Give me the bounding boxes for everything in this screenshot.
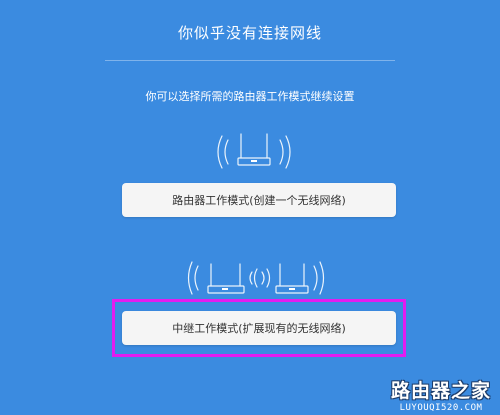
router-mode-label: 路由器工作模式(创建一个无线网络) xyxy=(172,194,346,207)
router-mode-button[interactable]: 路由器工作模式(创建一个无线网络) xyxy=(122,183,396,217)
repeater-pair-icon xyxy=(187,261,325,295)
page-subtitle: 你可以选择所需的路由器工作模式继续设置 xyxy=(145,90,355,103)
router-wifi-icon xyxy=(217,133,291,169)
repeater-mode-label: 中继工作模式(扩展现有的无线网络) xyxy=(172,322,346,335)
watermark-name: 路由器之家 xyxy=(390,380,491,402)
watermark-url: LUYOUQI520.COM xyxy=(399,403,483,413)
title-divider xyxy=(105,60,395,61)
page-title: 你似乎没有连接网线 xyxy=(177,24,322,42)
repeater-mode-button[interactable]: 中继工作模式(扩展现有的无线网络) xyxy=(122,311,396,345)
watermark: 路由器之家 LUYOUQI520.COM xyxy=(388,376,494,413)
